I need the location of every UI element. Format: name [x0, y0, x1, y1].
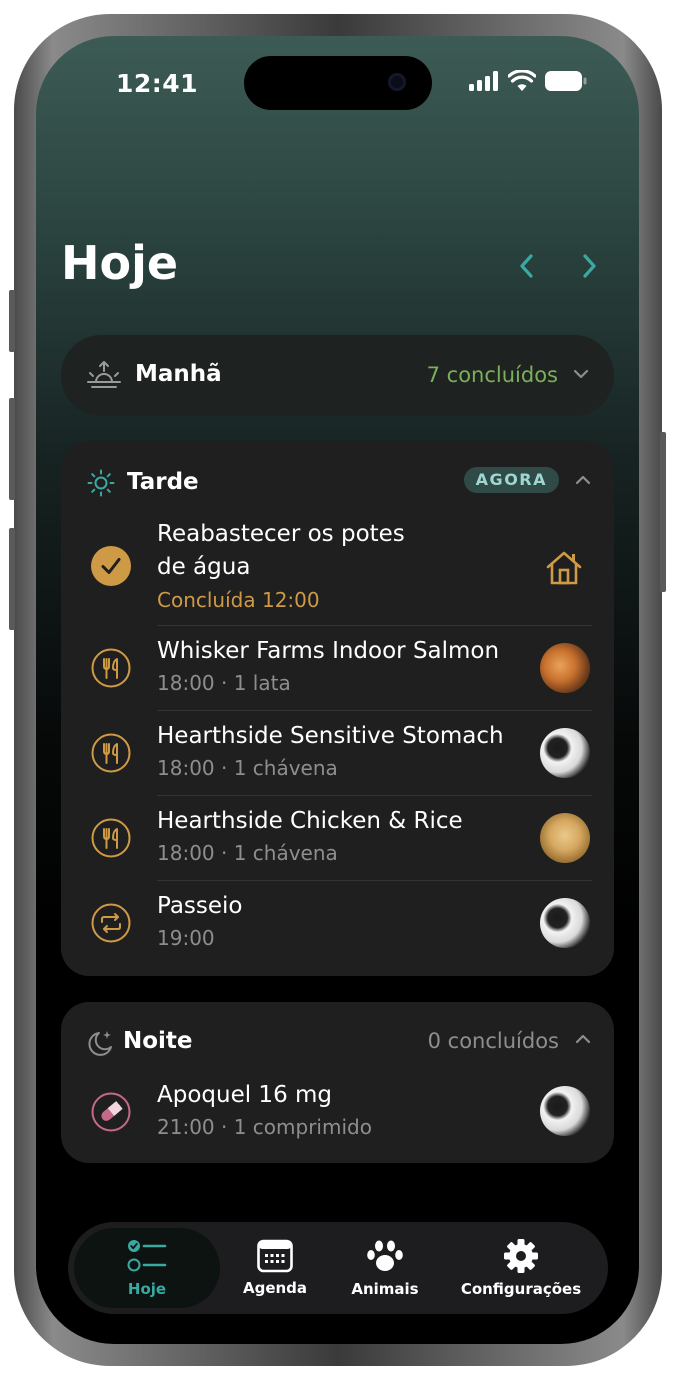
sun-icon [87, 469, 115, 497]
repeat-icon[interactable] [91, 903, 131, 943]
camera-icon [388, 73, 406, 91]
tab-hoje[interactable]: Hoje [74, 1222, 220, 1314]
previous-day-button[interactable] [512, 249, 542, 283]
morning-status: 7 concluídos [426, 363, 558, 387]
morning-label: Manhã [135, 361, 222, 387]
task-title: Apoquel 16 mg [157, 1082, 333, 1108]
check-circle-icon[interactable] [91, 546, 131, 586]
tab-animais[interactable]: Animais [330, 1222, 440, 1314]
battery-icon [545, 70, 587, 91]
status-icons [469, 70, 587, 91]
checklist-icon [127, 1240, 167, 1272]
task-subtitle: 21:00 · 1 comprimido [157, 1115, 372, 1139]
avatar-border-collie [540, 898, 590, 948]
tab-label: Configurações [460, 1280, 582, 1298]
avatar-golden-retriever [540, 813, 590, 863]
tab-configuracoes[interactable]: Configurações [440, 1222, 602, 1314]
night-label: Noite [123, 1028, 193, 1054]
chevron-down-icon [573, 369, 589, 379]
night-status: 0 concluídos [427, 1029, 559, 1053]
task-row-feed[interactable]: Whisker Farms Indoor Salmon 18:00 · 1 la… [61, 626, 614, 711]
gear-icon [504, 1239, 538, 1273]
moon-stars-icon [88, 1031, 112, 1056]
task-title-line1: Reabastecer os potes [157, 521, 405, 547]
task-row-feed[interactable]: Hearthside Chicken & Rice 18:00 · 1 cháv… [61, 796, 614, 881]
status-time: 12:41 [116, 69, 199, 98]
dynamic-island [244, 56, 432, 110]
task-subtitle: Concluída 12:00 [157, 588, 320, 612]
task-subtitle: 18:00 · 1 lata [157, 671, 291, 695]
volume-up-button [9, 398, 15, 500]
tab-label: Agenda [242, 1279, 308, 1297]
night-section: Noite 0 concluídos Apoquel 16 mg 21:00 ·… [61, 1002, 614, 1163]
signal-icon [469, 70, 498, 91]
task-row-medication[interactable]: Apoquel 16 mg 21:00 · 1 comprimido [61, 1068, 614, 1158]
action-button [9, 290, 15, 352]
avatar-border-collie [540, 1086, 590, 1136]
task-row-walk[interactable]: Passeio 19:00 [61, 881, 614, 966]
afternoon-section: Tarde AGORA Reabastecer os potes de água… [61, 441, 614, 976]
paw-icon [367, 1240, 403, 1271]
calendar-icon [257, 1239, 293, 1273]
morning-section[interactable]: Manhã 7 concluídos [61, 335, 614, 416]
tab-label: Animais [351, 1280, 419, 1298]
task-row-feed[interactable]: Hearthside Sensitive Stomach 18:00 · 1 c… [61, 711, 614, 796]
avatar-orange-cat [540, 643, 590, 693]
task-subtitle: 19:00 [157, 926, 215, 950]
power-button [660, 432, 666, 592]
screen: 12:41 Hoje Manhã 7 concluídos Tarde AGOR… [36, 36, 639, 1344]
task-row-water[interactable]: Reabastecer os potes de água Concluída 1… [61, 519, 614, 626]
next-day-button[interactable] [574, 249, 604, 283]
wifi-icon [508, 70, 536, 91]
task-title: Hearthside Sensitive Stomach [157, 723, 504, 749]
house-icon [546, 551, 582, 585]
tab-label: Hoje [127, 1280, 167, 1298]
task-title-line2: de água [157, 554, 251, 580]
task-subtitle: 18:00 · 1 chávena [157, 841, 338, 865]
tab-bar: Hoje Agenda Animais Configurações [68, 1222, 608, 1314]
now-badge: AGORA [463, 467, 559, 493]
task-title: Whisker Farms Indoor Salmon [157, 638, 500, 664]
avatar-border-collie [540, 728, 590, 778]
task-subtitle: 18:00 · 1 chávena [157, 756, 338, 780]
fork-knife-icon[interactable] [91, 733, 131, 773]
tab-agenda[interactable]: Agenda [220, 1222, 330, 1314]
page-title: Hoje [61, 236, 179, 290]
volume-down-button [9, 528, 15, 630]
fork-knife-icon[interactable] [91, 818, 131, 858]
task-title: Hearthside Chicken & Rice [157, 808, 463, 834]
sunrise-icon [87, 361, 121, 388]
pill-icon[interactable] [91, 1092, 131, 1132]
chevron-up-icon[interactable] [574, 1032, 592, 1046]
chevron-up-icon[interactable] [574, 473, 592, 487]
afternoon-label: Tarde [127, 469, 199, 495]
fork-knife-icon[interactable] [91, 648, 131, 688]
task-title: Passeio [157, 893, 243, 919]
